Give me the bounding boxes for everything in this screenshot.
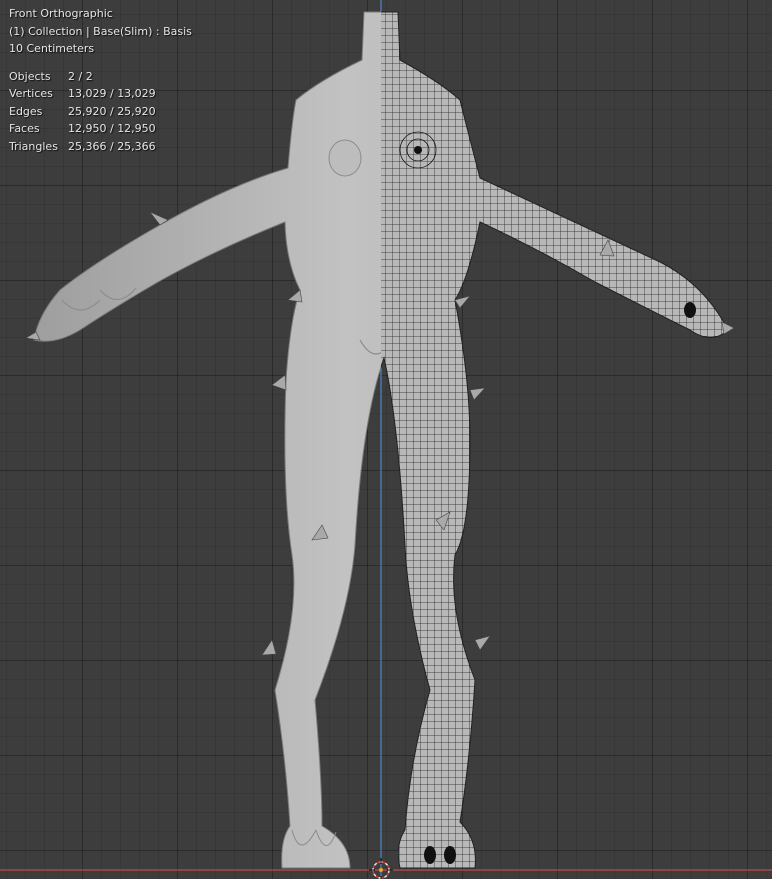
stat-value: 25,366 / 25,366 [68, 139, 156, 153]
stat-edges: Edges 25,920 / 25,920 [9, 103, 192, 121]
stat-label: Triangles [9, 139, 58, 153]
stat-label: Faces [9, 122, 40, 135]
stat-label: Objects [9, 69, 51, 83]
stat-vertices: Vertices 13,029 / 13,029 [9, 85, 192, 103]
collection-info: (1) Collection | Base(Slim) : Basis [9, 24, 192, 38]
stat-triangles: Triangles 25,366 / 25,366 [9, 138, 192, 156]
stat-value: 12,950 / 12,950 [68, 122, 156, 135]
grid-scale: 10 Centimeters [9, 42, 95, 55]
stat-value: 25,920 / 25,920 [68, 104, 156, 118]
viewport-info-overlay: Front Orthographic (1) Collection | Base… [9, 5, 192, 155]
stat-value: 13,029 / 13,029 [68, 87, 156, 100]
stat-faces: Faces 12,950 / 12,950 [9, 120, 192, 138]
stat-value: 2 / 2 [68, 69, 93, 83]
stat-label: Edges [9, 104, 43, 118]
stat-label: Vertices [9, 87, 53, 100]
stat-objects: Objects 2 / 2 [9, 68, 192, 86]
view-name: Front Orthographic [9, 7, 113, 20]
3d-viewport[interactable]: Front Orthographic (1) Collection | Base… [0, 0, 772, 879]
